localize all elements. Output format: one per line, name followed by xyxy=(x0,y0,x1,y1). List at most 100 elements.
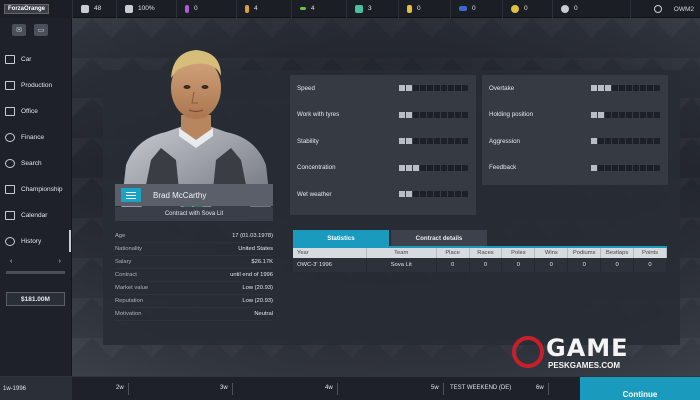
level-segment xyxy=(420,164,426,171)
sidebar-item-finance[interactable]: Finance xyxy=(0,124,71,150)
level-segment xyxy=(598,111,604,118)
level-segment xyxy=(654,138,660,145)
attribute-level-bar xyxy=(399,138,468,145)
info-row: Age 17 (01.03.1978) xyxy=(115,230,273,243)
watermark-logo-icon xyxy=(512,336,544,368)
car-icon xyxy=(5,54,15,64)
attribute-row-stability: Stability xyxy=(290,128,476,155)
level-segment xyxy=(640,111,646,118)
level-segment xyxy=(413,138,419,145)
table-row[interactable]: OWC-3' 1996 Sova Lit 0 0 0 0 0 0 0 xyxy=(293,258,667,272)
stat-coins[interactable]: 0 xyxy=(502,0,552,18)
level-segment xyxy=(399,111,405,118)
column-header[interactable]: Podiums xyxy=(568,248,602,258)
level-segment xyxy=(633,85,639,92)
level-segment xyxy=(434,138,440,145)
column-header[interactable]: Year xyxy=(293,248,367,258)
level-segment xyxy=(448,164,454,171)
attribute-level-bar xyxy=(399,111,468,118)
level-segment xyxy=(647,111,653,118)
level-segment xyxy=(399,85,405,92)
column-header[interactable]: Points xyxy=(634,248,667,258)
level-segment xyxy=(598,85,604,92)
level-segment xyxy=(605,85,611,92)
mail-icon[interactable]: ✉ xyxy=(12,24,26,36)
settings-icon[interactable] xyxy=(653,5,662,13)
sidebar-item-car[interactable]: Car xyxy=(0,46,71,72)
stat-rings[interactable]: 0 xyxy=(552,0,602,18)
attributes-right: Overtake Holding position Aggression Feedba… xyxy=(482,75,668,185)
sidebar-item-championship[interactable]: Championship xyxy=(0,176,71,202)
stat-mechanics[interactable]: 4 xyxy=(236,0,291,18)
column-header[interactable]: Team xyxy=(367,248,437,258)
stat-morale[interactable]: 100% xyxy=(116,0,176,18)
sidebar-item-search[interactable]: Search xyxy=(0,150,71,176)
driver-info-table: Age 17 (01.03.1978) Nationality United Sta… xyxy=(115,230,273,321)
attribute-level-bar xyxy=(399,191,468,198)
flask-icon xyxy=(407,4,412,13)
level-segment xyxy=(441,164,447,171)
level-segment xyxy=(406,191,412,198)
level-segment xyxy=(420,85,426,92)
level-segment xyxy=(462,191,468,198)
week-tick xyxy=(337,383,338,395)
week-tick xyxy=(548,383,549,395)
stat-designers[interactable]: 4 xyxy=(291,0,346,18)
sidebar-scrollbar[interactable] xyxy=(6,271,65,274)
level-segment xyxy=(462,85,468,92)
level-segment xyxy=(619,85,625,92)
level-segment xyxy=(462,164,468,171)
tab-contract-details[interactable]: Contract details xyxy=(391,230,487,246)
level-segment xyxy=(455,164,461,171)
window-icon[interactable]: ▭ xyxy=(34,24,48,36)
column-header[interactable]: Bestlaps xyxy=(601,248,635,258)
tab-statistics[interactable]: Statistics xyxy=(293,230,389,246)
sidebar-item-calendar[interactable]: Calendar xyxy=(0,202,71,228)
attribute-row-wet-weather: Wet weather xyxy=(290,181,476,208)
stat-parts[interactable]: 0 xyxy=(398,0,450,18)
level-segment xyxy=(626,164,632,171)
info-row: Reputation Low (20.93) xyxy=(115,295,273,308)
level-segment xyxy=(591,111,597,118)
thumbs-up-icon xyxy=(125,4,133,13)
chevron-right-icon[interactable]: › xyxy=(59,258,61,265)
history-icon xyxy=(5,236,15,246)
stat-staff[interactable]: 48 xyxy=(72,0,116,18)
level-segment xyxy=(434,191,440,198)
attribute-row-aggression: Aggression xyxy=(482,128,668,155)
chevron-left-icon[interactable]: ‹ xyxy=(10,258,12,265)
trophy-icon xyxy=(5,184,15,194)
info-row: Nationality United States xyxy=(115,243,273,256)
level-segment xyxy=(455,191,461,198)
level-segment xyxy=(455,111,461,118)
menu-icon[interactable] xyxy=(121,188,141,202)
stat-research[interactable]: 0 xyxy=(176,0,236,18)
column-header[interactable]: Wins xyxy=(535,248,569,258)
attribute-level-bar xyxy=(591,164,660,171)
column-header[interactable]: Poles xyxy=(502,248,536,258)
stat-tyres[interactable]: 0 xyxy=(450,0,502,18)
attribute-label: Work with tyres xyxy=(297,111,340,119)
level-segment xyxy=(399,138,405,145)
level-segment xyxy=(591,85,597,92)
coin-icon xyxy=(511,4,519,13)
attribute-level-bar xyxy=(399,85,468,92)
column-header[interactable]: Place xyxy=(437,248,470,258)
search-icon xyxy=(5,158,15,168)
info-row: Motivation Neutral xyxy=(115,308,273,321)
sidebar-item-history[interactable]: History xyxy=(0,228,71,254)
column-header[interactable]: Races xyxy=(470,248,503,258)
event-label[interactable]: TEST WEEKEND (DE) xyxy=(450,385,511,391)
finance-icon xyxy=(5,132,15,142)
level-segment xyxy=(406,85,412,92)
sidebar-pager: ‹ › xyxy=(0,254,71,269)
level-segment xyxy=(406,111,412,118)
continue-button[interactable]: Continue xyxy=(580,377,700,400)
driver-panel: 2 Brad McCarthy Contract with Sova Lit A… xyxy=(103,50,680,345)
level-segment xyxy=(619,138,625,145)
sidebar-item-office[interactable]: Office xyxy=(0,98,71,124)
sidebar-item-production[interactable]: Production xyxy=(0,72,71,98)
timeline-bar: 1w-1996 2w 3w 4w 5w TEST WEEKEND (DE) 6w… xyxy=(0,376,700,400)
watermark-subtitle: PESKGAMES.COM xyxy=(548,361,621,370)
stat-cars[interactable]: 3 xyxy=(346,0,398,18)
